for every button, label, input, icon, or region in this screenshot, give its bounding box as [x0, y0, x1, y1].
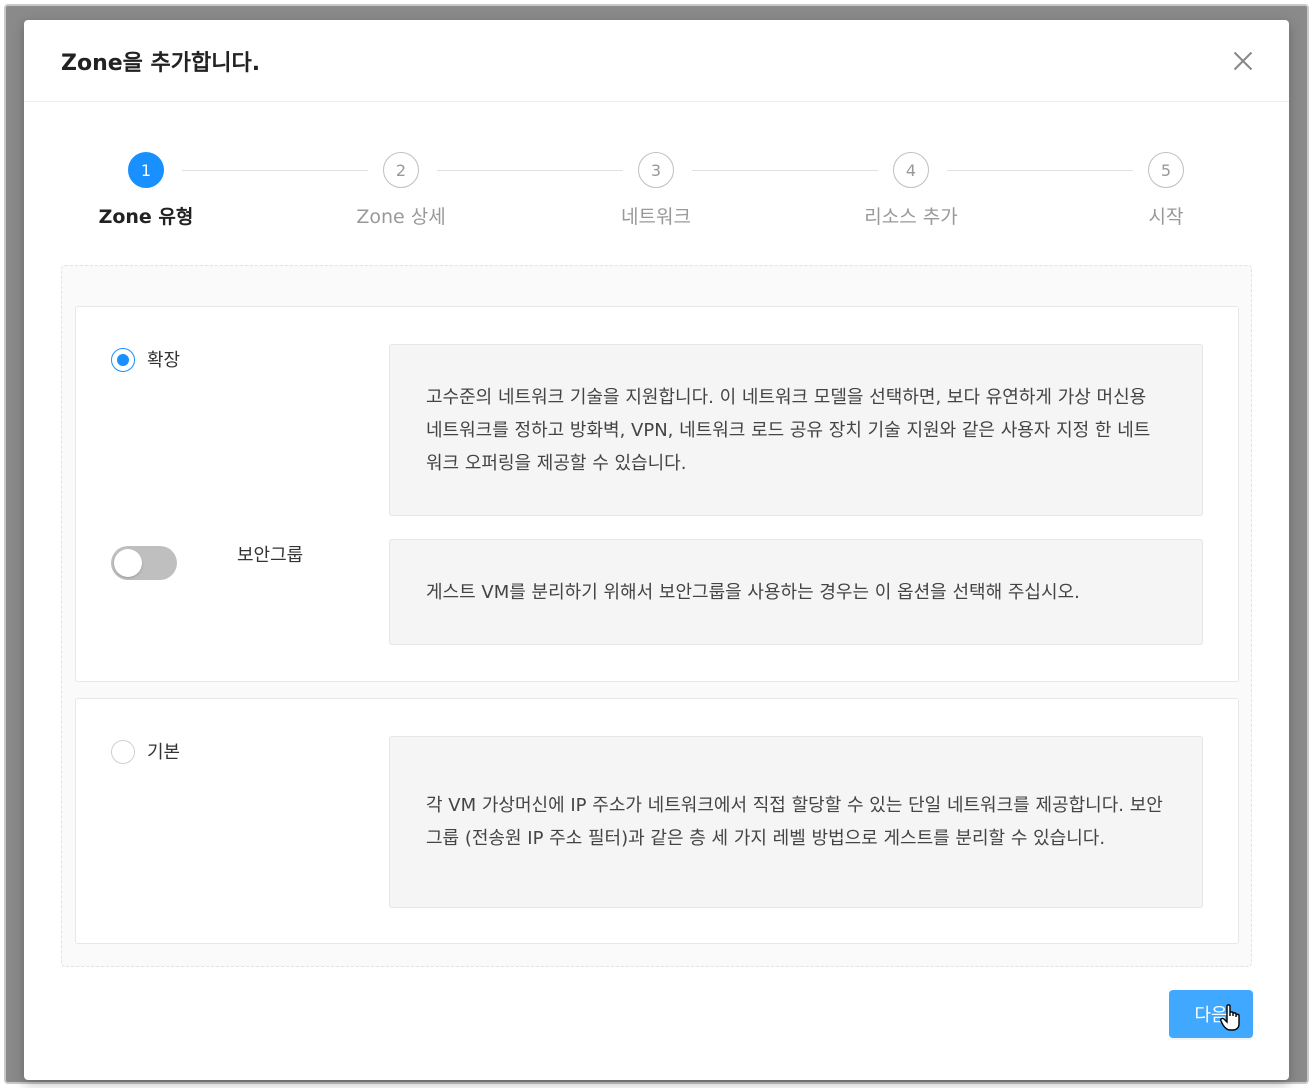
basic-label: 기본	[147, 742, 181, 763]
dialog-title: Zone을 추가합니다.	[61, 50, 261, 76]
step-label: Zone 유형	[98, 206, 194, 228]
advanced-description-text: 고수준의 네트워크 기술을 지원합니다. 이 네트워크 모델을 선택하면, 보다…	[426, 386, 1151, 474]
step-label: 리소스 추가	[864, 206, 958, 228]
step-zone-details: 2 Zone 상세	[321, 152, 481, 229]
step-launch: 5 시작	[1086, 152, 1246, 229]
basic-description-text: 각 VM 가상머신에 IP 주소가 네트워크에서 직접 할당할 수 있는 단일 …	[426, 795, 1163, 849]
step-number: 2	[383, 152, 419, 188]
step-add-resources: 4 리소스 추가	[831, 152, 991, 229]
security-group-toggle[interactable]	[111, 546, 177, 580]
step-network: 3 네트워크	[576, 152, 736, 229]
step-number: 3	[638, 152, 674, 188]
zone-type-options: 확장 고수준의 네트워크 기술을 지원합니다. 이 네트워크 모델을 선택하면,…	[61, 265, 1252, 967]
step-number: 5	[1148, 152, 1184, 188]
advanced-label: 확장	[147, 350, 181, 371]
step-number: 4	[893, 152, 929, 188]
step-label: 시작	[1148, 206, 1184, 228]
advanced-option-card: 확장 고수준의 네트워크 기술을 지원합니다. 이 네트워크 모델을 선택하면,…	[75, 306, 1239, 682]
step-number: 1	[128, 152, 164, 188]
basic-radio[interactable]	[111, 740, 135, 764]
wizard-steps: 1 Zone 유형 2 Zone 상세 3 네트워크 4 리소스 추가 5 시작	[24, 152, 1289, 242]
basic-option-card: 기본 각 VM 가상머신에 IP 주소가 네트워크에서 직접 할당할 수 있는 …	[75, 698, 1239, 944]
add-zone-dialog: Zone을 추가합니다. 1 Zone 유형 2 Zone 상세 3 네트워크 …	[24, 20, 1289, 1080]
hand-cursor-icon	[1220, 1004, 1240, 1031]
dialog-header: Zone을 추가합니다.	[24, 20, 1289, 102]
security-group-description: 게스트 VM를 분리하기 위해서 보안그룹을 사용하는 경우는 이 옵션을 선택…	[389, 539, 1203, 645]
advanced-description: 고수준의 네트워크 기술을 지원합니다. 이 네트워크 모델을 선택하면, 보다…	[389, 344, 1203, 516]
advanced-radio[interactable]	[111, 348, 135, 372]
close-icon[interactable]	[1229, 47, 1257, 75]
security-group-label: 보안그룹	[237, 545, 304, 566]
step-zone-type: 1 Zone 유형	[66, 152, 226, 229]
security-group-description-text: 게스트 VM를 분리하기 위해서 보안그룹을 사용하는 경우는 이 옵션을 선택…	[426, 581, 1080, 603]
step-label: Zone 상세	[356, 206, 446, 228]
step-label: 네트워크	[621, 206, 691, 228]
basic-description: 각 VM 가상머신에 IP 주소가 네트워크에서 직접 할당할 수 있는 단일 …	[389, 736, 1203, 908]
